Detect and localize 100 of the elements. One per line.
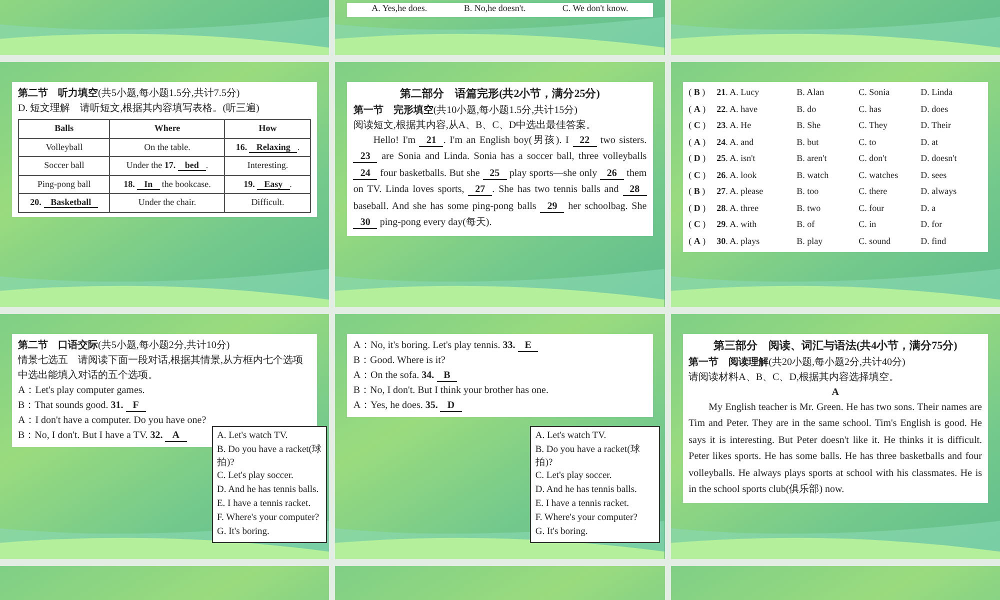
choice-option: C. has [858,102,921,116]
slide-thumbnail[interactable] [0,314,330,559]
choice-option: D. for [920,218,982,232]
option-text: D. And he has tennis balls. [535,484,638,498]
instruction-text: 阅读短文,根据其内容,从A、B、C、D中选出最佳答案。 [353,118,598,132]
choice-option: 21. A. Lucy [716,86,797,100]
table-cell: Interesting. [224,156,311,175]
choice-option: C. sound [858,234,921,248]
slide-thumbnail[interactable] [335,314,665,559]
choice-option: B. but [796,136,859,149]
choice-option: C. to [858,136,921,149]
choice-option: 22. A. have [716,102,797,116]
choice-option: B. two [796,202,859,215]
dialogue-line: B：Good. Where is it? [353,354,446,368]
answer-key: ( D ) [688,202,717,215]
option-text: E. I have a tennis racket. [535,498,630,511]
choice-option: D. Their [920,119,982,132]
option-text: G. It's boring. [535,526,589,538]
option-text: F. Where's your computer? [217,512,320,525]
table-cell: Soccer ball [18,156,110,175]
option-text: E. I have a tennis racket. [217,498,312,511]
answer-key: ( A ) [688,234,717,248]
choice-option: D. at [920,136,982,149]
table-cell: Ping-pong ball [18,175,110,194]
choice-option: D. does [920,102,982,116]
choice-option: D. a [920,202,982,215]
choice-option: C. don't [858,152,921,166]
instruction-text: D. 短文理解 请听短文,根据其内容填写表格。(听三遍) [18,102,260,116]
choice-option: C. watches [858,168,921,182]
section-heading: 第一节 完形填空(共10小题,每小题1.5分,共计15分) [353,103,578,118]
option-text: D. And he has tennis balls. [217,484,320,498]
option-text: A. Yes,he does. [372,3,428,14]
choice-option: D. sees [920,168,982,182]
option-text: B. Do you have a racket(球拍)? [217,444,322,470]
answer-key: ( A ) [688,102,717,116]
option-text: C. Let's play soccer. [535,470,613,484]
option-text: A. Let's watch TV. [217,430,289,443]
choice-option: 23. A. He [716,119,797,132]
column-header: Where [110,120,225,138]
choice-option: D. Linda [920,86,982,100]
passage-label: A [830,386,840,400]
slide-thumbnail[interactable] [670,314,1000,559]
slide-thumbnail[interactable] [335,62,665,307]
choice-option: 26. A. look [716,168,797,182]
section-heading: 第二节 口语交际(共5小题,每小题2分,共计10分) [18,338,231,353]
choice-option: 29. A. with [716,218,797,232]
choice-option: C. there [858,185,921,198]
part-title: 第三部分 阅读、词汇与语法(共4小节，满分75分) [712,338,958,354]
option-text: G. It's boring. [217,526,270,538]
dialogue-line: A：I don't have a computer. Do you have one? [18,414,206,428]
option-text: B. No,he doesn't. [464,3,526,14]
section-heading: 第二节 听力填空(共5小题,每小题1.5分,共计7.5分) [18,86,241,101]
table-cell: Volleyball [18,138,110,156]
choice-option: B. do [796,102,859,116]
answer-key: ( B ) [688,185,717,198]
dialogue-line: B：That sounds good. 31. F [18,398,146,413]
choice-option: C. Sonia [858,86,921,100]
option-text: A. Let's watch TV. [535,430,608,443]
dialogue-line: A：Yes, he does. 35. D [353,398,462,413]
table-cell: On the table. [110,138,225,156]
table-cell: Under the chair. [110,194,225,212]
option-text: C. Let's play soccer. [217,470,294,484]
table-cell: 19. Easy. [224,175,311,194]
answer-key: ( B ) [688,86,717,100]
instruction-text: 情景七选五 请阅读下面一段对话,根据其情景,从方框内七个选项中选出能填入对话的五个选项。 [18,354,304,383]
choice-option: C. in [858,218,921,232]
choice-option: B. too [796,185,859,198]
table-cell: 18. In the bookcase. [110,175,225,194]
passage-text: My English teacher is Mr. Green. He has two sons. Their names are Tim and Peter. They are in the same school. Tim's English is good. He says it is interesting. But Peter doesn't like it. He thinks it is difficult. Peter likes sports. He has some balls. He has three basketballs and four volleyballs. He always plays sports at school with his classmates. He is in the school sports club(俱乐部) now. [688,400,982,497]
table-cell: 20. Basketball [18,194,110,212]
choice-option: 28. A. three [716,202,797,215]
choice-option: B. aren't [796,152,859,166]
column-header: Balls [18,120,110,138]
slide-thumbnail[interactable]: A. Yes,he does. B. No,he doesn't. C. We don't know. [335,0,665,55]
table-cell: Difficult. [224,194,311,212]
answer-key: ( C ) [688,168,717,182]
dialogue-line: B：No, I don't. But I have a TV. 32. A [18,428,186,443]
option-text: C. We don't know. [562,3,628,14]
dialogue-line: A：Let's play computer games. [18,384,145,398]
choice-option: B. of [796,218,859,232]
slide-thumbnail[interactable] [670,62,1000,307]
instruction-text: 请阅读材料A、B、C、D,根据其内容选择填空。 [688,370,900,384]
part-title: 第二部分 语篇完形(共2小节，满分25分) [399,86,601,102]
choice-option: D. doesn't [920,152,982,166]
dialogue-line: A：On the sofa. 34. B [353,368,458,383]
choice-option: B. watch [796,168,859,182]
slide-thumbnail[interactable] [0,62,330,307]
option-text: B. Do you have a racket(球拍)? [535,444,642,470]
choice-option: B. She [796,119,859,132]
choice-option: C. four [858,202,921,215]
passage-text: Hello! I'm 21. I'm an English boy(男孩). I 22 two sisters. 23 are Sonia and Linda. Sonia has a soccer ball, three volleyballs 24 four basketballs. But she 25 play sports—she only 26 them on TV. Linda loves sports, 27. She has two tennis balls and 28 baseball. And she has some ping-pong balls 29 her schoolbag. She 30 ping-pong every day(每天). [353,134,647,231]
dialogue-line: B：No, I don't. But I think your brother has one. [353,384,548,398]
choice-option: B. Alan [796,86,859,100]
choice-option: 27. A. please [716,185,797,198]
choice-option: C. They [858,119,921,132]
choice-option: 24. A. and [716,136,797,149]
table-cell: 16. Relaxing. [224,138,311,156]
answer-key: ( A ) [688,136,717,149]
option-text: F. Where's your computer? [535,512,638,525]
section-heading: 第一节 阅读理解(共20小题,每小题2分,共计40分) [688,356,906,370]
